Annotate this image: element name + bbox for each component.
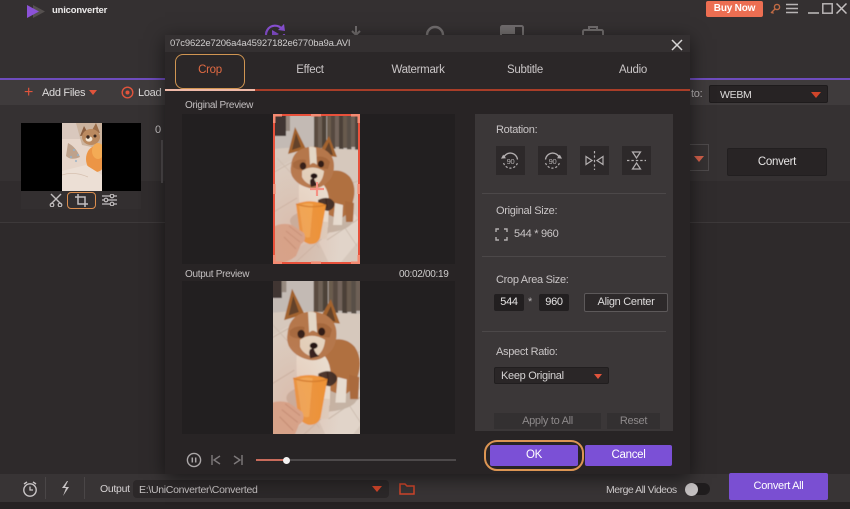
svg-text:90: 90 (507, 157, 515, 166)
svg-text:90: 90 (549, 157, 557, 166)
